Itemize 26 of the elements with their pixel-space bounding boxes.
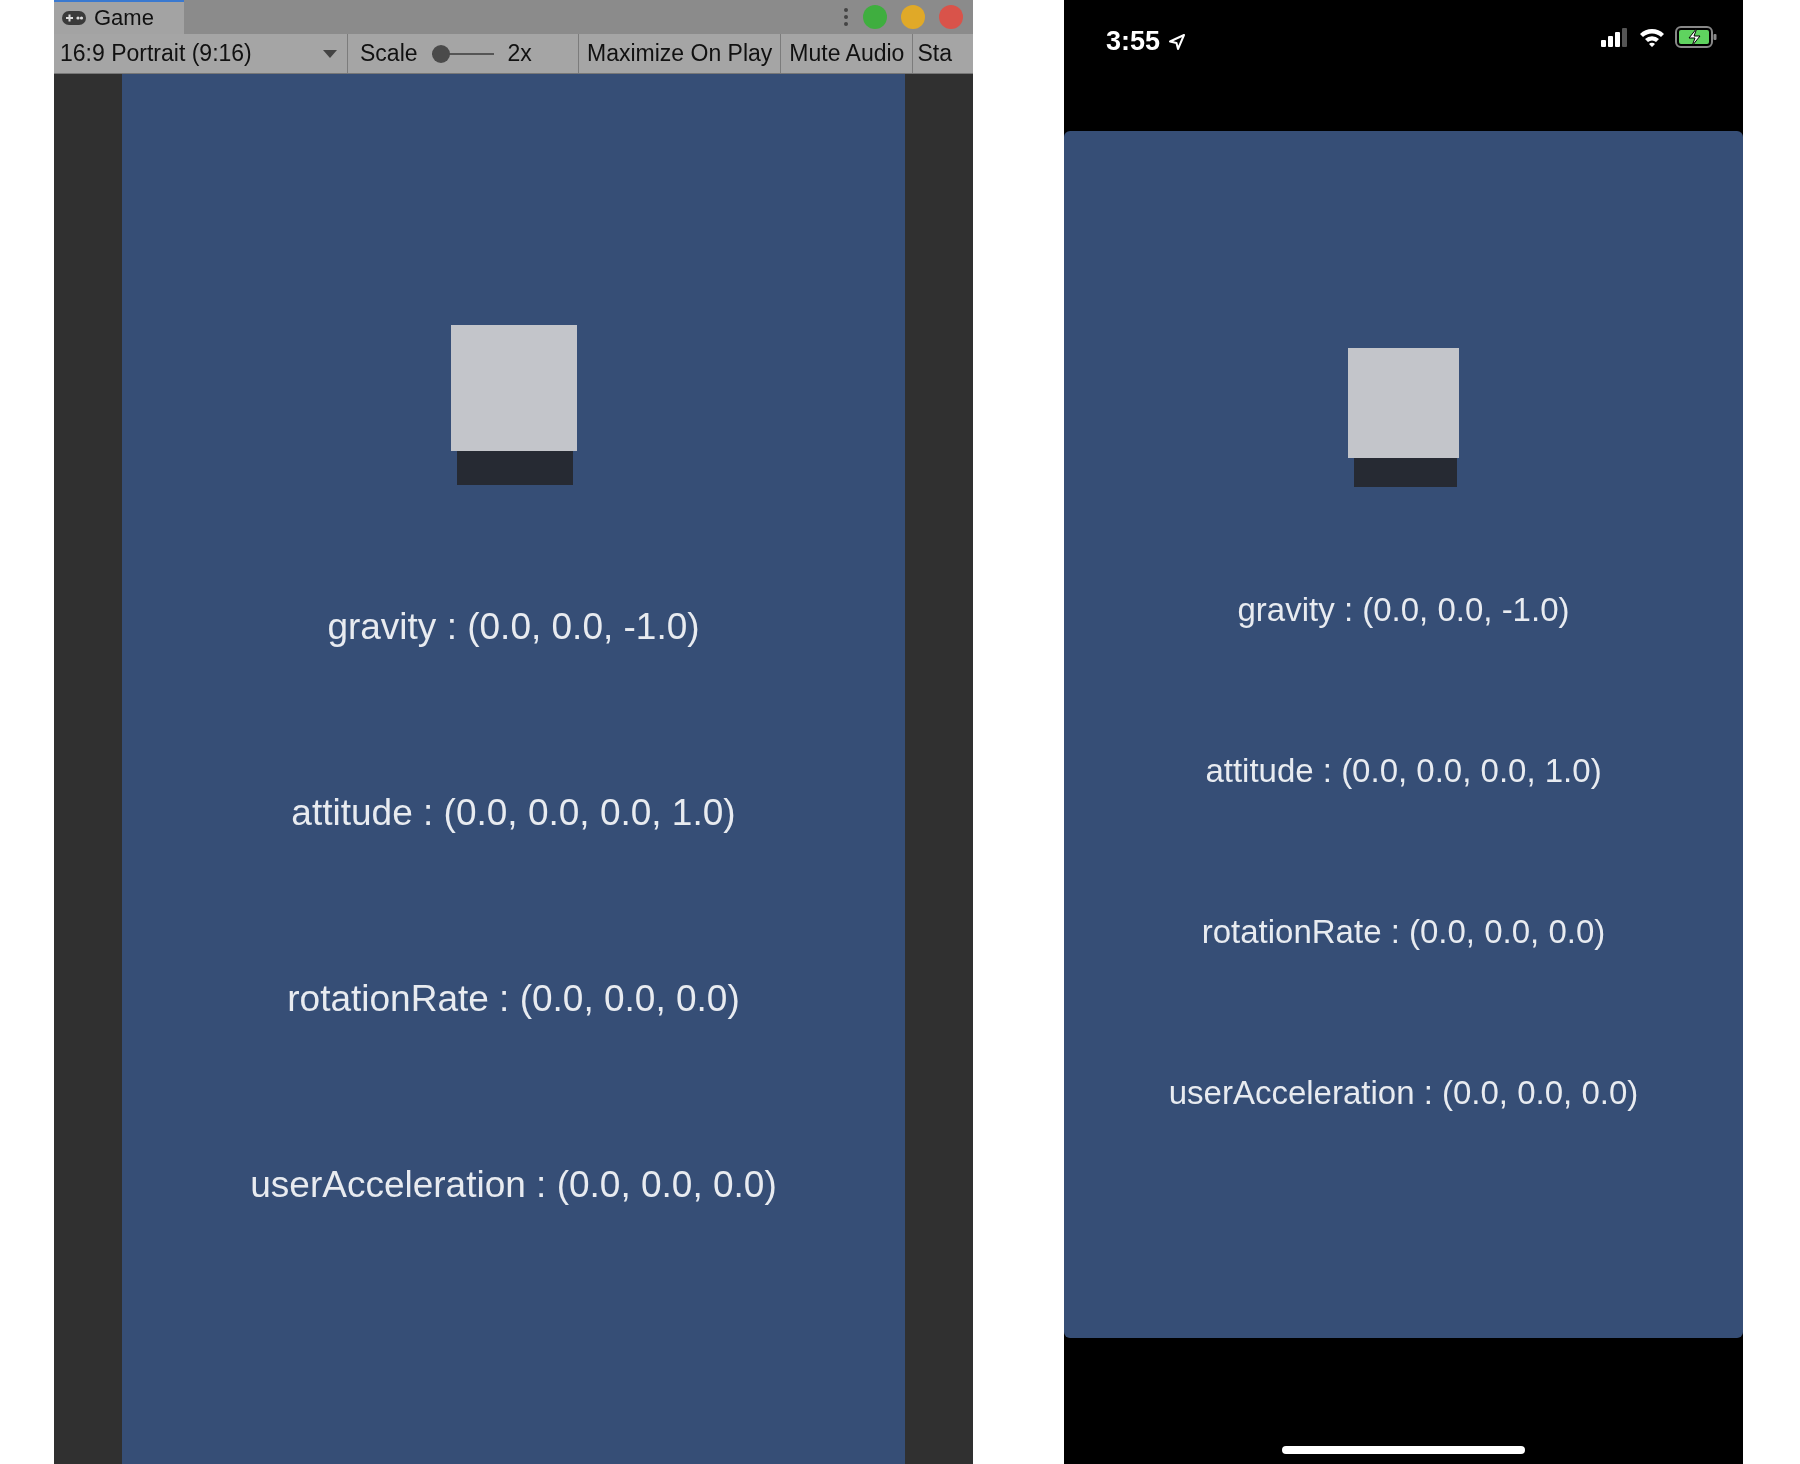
minimize-window-button[interactable] bbox=[901, 5, 925, 29]
sensor-readout: userAcceleration : (0.0, 0.0, 0.0) bbox=[250, 1165, 777, 1205]
sensor-readout: gravity : (0.0, 0.0, -1.0) bbox=[327, 607, 700, 647]
aspect-dropdown[interactable]: 16:9 Portrait (9:16) bbox=[54, 34, 348, 73]
scale-value: 2x bbox=[507, 40, 532, 67]
maximize-window-button[interactable] bbox=[863, 5, 887, 29]
sensor-readout: attitude : (0.0, 0.0, 0.0, 1.0) bbox=[1205, 753, 1602, 789]
sensor-readout: attitude : (0.0, 0.0, 0.0, 1.0) bbox=[291, 793, 736, 833]
toolbar-button[interactable]: Maximize On Play bbox=[579, 34, 782, 73]
game-tab[interactable]: Game bbox=[54, 0, 184, 34]
sensor-readout: rotationRate : (0.0, 0.0, 0.0) bbox=[287, 979, 740, 1019]
sensor-readout: rotationRate : (0.0, 0.0, 0.0) bbox=[1201, 914, 1606, 950]
sensor-readout: gravity : (0.0, 0.0, -1.0) bbox=[1237, 592, 1570, 628]
toolbar-button[interactable]: Mute Audio bbox=[781, 34, 914, 73]
caret-icon bbox=[323, 49, 337, 58]
sensor-readout: userAcceleration : (0.0, 0.0, 0.0) bbox=[1168, 1075, 1639, 1111]
battery-charging-icon bbox=[1675, 26, 1717, 48]
more-icon[interactable] bbox=[843, 7, 849, 27]
close-window-button[interactable] bbox=[939, 5, 963, 29]
signal-icon bbox=[1601, 27, 1629, 47]
scale-label: Scale bbox=[360, 40, 418, 67]
gamepad-icon bbox=[62, 11, 86, 25]
toolbar-button[interactable]: Sta bbox=[913, 34, 954, 73]
location-arrow-icon bbox=[1168, 32, 1187, 51]
status-time: 3:55 bbox=[1106, 26, 1161, 57]
wifi-icon bbox=[1639, 27, 1665, 47]
